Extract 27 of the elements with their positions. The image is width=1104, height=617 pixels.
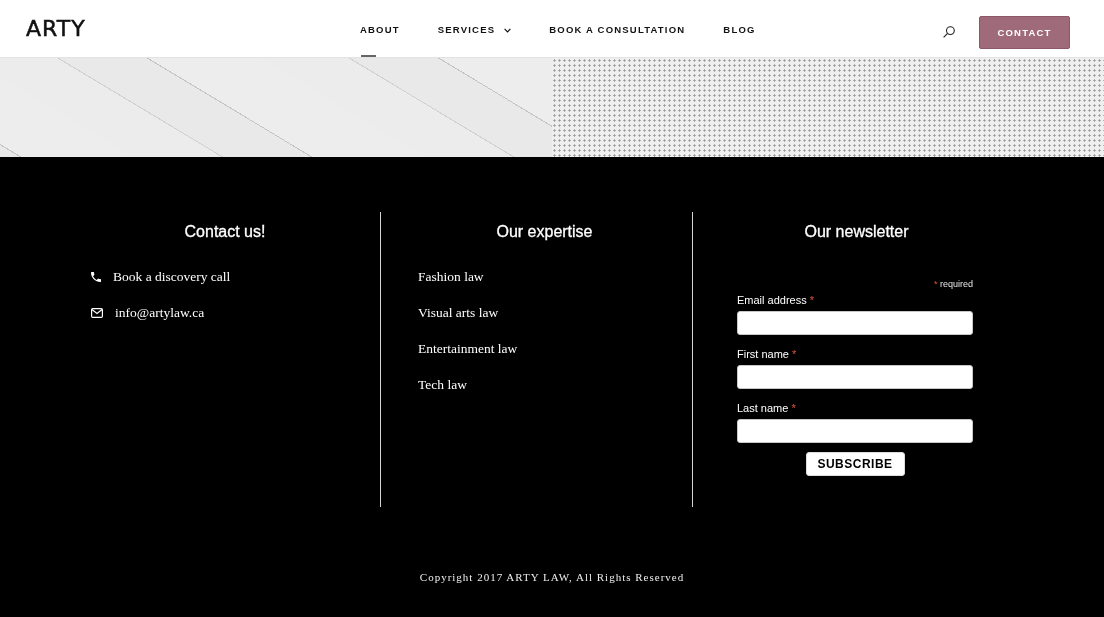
expertise-link[interactable]: Tech law: [418, 375, 467, 395]
subscribe-button[interactable]: SUBSCRIBE: [805, 452, 905, 476]
expertise-link[interactable]: Fashion law: [418, 267, 484, 287]
nav-link[interactable]: BOOK A CONSULTATION: [549, 0, 686, 57]
copyright-text: Copyright 2017 ARTY LAW, All Rights Reserved: [419, 570, 685, 584]
input-field[interactable]: [737, 419, 973, 443]
field-label: Last name *: [737, 402, 796, 415]
column-heading: Our newsletter: [804, 222, 909, 242]
column-heading: Contact us!: [184, 222, 266, 242]
column-heading: Our expertise: [496, 222, 593, 242]
nav-link[interactable]: BLOG: [723, 0, 756, 57]
contact-link[interactable]: Book a discovery call: [113, 267, 231, 287]
input-field[interactable]: [737, 365, 973, 389]
logo-text[interactable]: ARTY: [26, 16, 86, 41]
field-label: First name *: [737, 348, 797, 361]
input-field[interactable]: [737, 311, 973, 335]
required-note: * required: [933, 279, 973, 290]
search-icon[interactable]: [943, 25, 955, 38]
envelope-icon: [91, 308, 103, 318]
contact-button[interactable]: CONTACT: [979, 16, 1070, 49]
nav-link[interactable]: ABOUT: [360, 0, 400, 57]
nav-link[interactable]: SERVICES: [437, 0, 512, 57]
expertise-link[interactable]: Entertainment law: [418, 339, 518, 359]
phone-icon: [91, 272, 101, 282]
contact-link[interactable]: info@artylaw.ca: [115, 303, 205, 323]
field-label: Email address *: [737, 294, 815, 307]
expertise-link[interactable]: Visual arts law: [418, 303, 499, 323]
